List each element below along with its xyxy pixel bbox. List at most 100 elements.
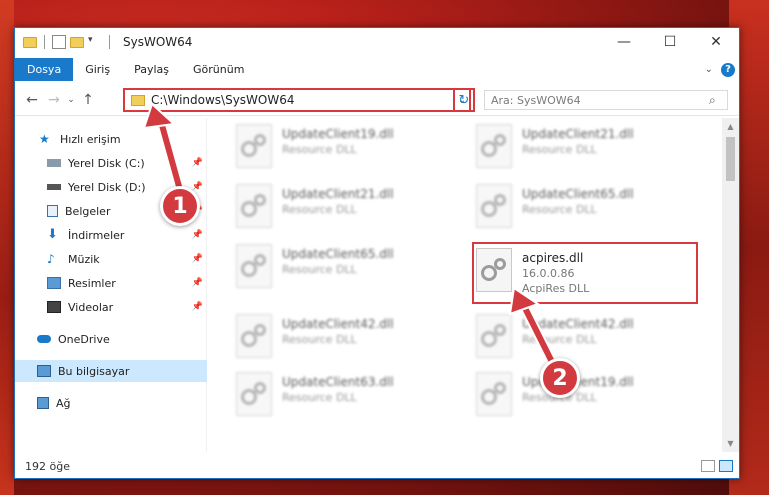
nav-item-downloads[interactable]: ⬇ İndirmeler 📌 (15, 224, 207, 246)
nav-item-label: Videolar (68, 300, 114, 314)
close-button[interactable]: ✕ (693, 28, 739, 56)
back-arrow-icon[interactable]: ← (21, 92, 43, 108)
dll-file-icon (476, 372, 512, 416)
acpires-highlight-box (472, 242, 698, 304)
list-item[interactable]: UpdateClient63.dll Resource DLL (236, 372, 456, 424)
list-item[interactable]: UpdateClient19.dllResource DLL (476, 372, 696, 424)
vertical-scrollbar[interactable]: ▲ ▼ (722, 118, 739, 452)
recent-locations-icon[interactable]: ⌄ (65, 95, 77, 105)
music-note-icon: ♪ (47, 252, 55, 266)
search-icon[interactable]: ⌕ (709, 93, 727, 108)
nav-item-label: Resimler (68, 276, 116, 290)
nav-item-onedrive[interactable]: OneDrive (15, 328, 207, 350)
nav-item-label: Ağ (56, 396, 71, 410)
file-name: UpdateClient42.dll (282, 317, 394, 331)
file-name: UpdateClient65.dll (282, 247, 394, 261)
list-item[interactable]: UpdateClient65.dll Resource DLL (236, 244, 456, 296)
file-name: UpdateClient65.dll (522, 187, 634, 201)
tab-share[interactable]: Paylaş (122, 58, 181, 81)
scroll-up-icon[interactable]: ▲ (722, 118, 739, 135)
title-bar: ▾ SysWOW64 — ☐ ✕ (15, 28, 739, 56)
list-item[interactable]: UpdateClient65.dll Resource DLL (476, 184, 696, 236)
star-icon: ★ (39, 132, 50, 146)
drive-icon (47, 184, 61, 190)
minimize-button[interactable]: — (601, 28, 647, 56)
search-placeholder[interactable]: Ara: SysWOW64 (491, 94, 709, 107)
nav-item-label: Hızlı erişim (60, 132, 121, 146)
search-input[interactable]: Ara: SysWOW64 ⌕ (484, 90, 728, 110)
nav-item-network[interactable]: Ağ (15, 392, 207, 414)
refresh-icon: ↻ (458, 92, 470, 108)
tab-file[interactable]: Dosya (15, 58, 74, 81)
nav-item-label: Müzik (68, 252, 100, 266)
nav-item-this-pc[interactable]: Bu bilgisayar (15, 360, 207, 382)
view-toggle (701, 460, 733, 472)
video-icon (47, 301, 61, 313)
nav-item-quick-access[interactable]: ★ Hızlı erişim (15, 128, 207, 150)
file-description: Resource DLL (282, 143, 357, 156)
list-item[interactable]: UpdateClient21.dll Resource DLL (476, 124, 696, 176)
up-arrow-icon[interactable]: ↑ (77, 92, 99, 108)
ribbon-tabs: Dosya Giriş Paylaş Görünüm ⌄ ? (15, 58, 739, 81)
status-bar: 192 öğe (15, 454, 739, 478)
document-icon (47, 205, 58, 217)
list-item[interactable]: UpdateClient21.dll Resource DLL (236, 184, 456, 236)
tiles-view-icon[interactable] (719, 460, 733, 472)
nav-item-label: Belgeler (65, 204, 111, 218)
toolbar-divider (44, 35, 45, 49)
details-view-icon[interactable] (701, 460, 715, 472)
nav-item-label: İndirmeler (68, 228, 125, 242)
dll-file-icon (236, 372, 272, 416)
network-icon (37, 397, 49, 409)
dll-file-icon (236, 314, 272, 358)
desktop-background-left (0, 0, 14, 495)
expand-ribbon-icon[interactable]: ⌄ (705, 64, 713, 75)
customize-toolbar-icon[interactable]: ▾ (88, 35, 102, 49)
tab-view[interactable]: Görünüm (181, 58, 256, 81)
file-description: Resource DLL (282, 391, 357, 404)
explorer-window: ▾ SysWOW64 — ☐ ✕ Dosya Giriş Paylaş Görü… (14, 27, 740, 479)
nav-item-local-disk-c[interactable]: Yerel Disk (C:) 📌 (15, 152, 207, 174)
file-name: UpdateClient21.dll (522, 127, 634, 141)
refresh-button[interactable]: ↻ (453, 88, 475, 112)
dll-file-icon (236, 184, 272, 228)
window-controls: — ☐ ✕ (601, 28, 739, 56)
address-path[interactable]: C:\Windows\SysWOW64 (151, 93, 455, 107)
address-bar[interactable]: C:\Windows\SysWOW64 ⌄ (123, 88, 471, 112)
pin-icon[interactable]: 📌 (192, 278, 203, 288)
list-item[interactable]: UpdateClient19.dllResource DLL (236, 124, 456, 176)
scroll-thumb[interactable] (726, 137, 735, 181)
new-folder-icon[interactable] (70, 36, 84, 48)
pin-icon[interactable]: 📌 (192, 302, 203, 312)
file-description: Resource DLL (282, 263, 357, 276)
maximize-button[interactable]: ☐ (647, 28, 693, 56)
address-row: ← → ⌄ ↑ C:\Windows\SysWOW64 ⌄ ↻ Ara: Sys… (15, 84, 739, 116)
dll-file-icon (476, 184, 512, 228)
nav-item-videos[interactable]: Videolar 📌 (15, 296, 207, 318)
file-description: Resource DLL (522, 203, 597, 216)
computer-icon (37, 365, 51, 377)
nav-item-label: Yerel Disk (C:) (68, 156, 145, 170)
pin-icon[interactable]: 📌 (192, 230, 203, 240)
forward-arrow-icon[interactable]: → (43, 92, 65, 108)
quick-access-toolbar: ▾ (23, 35, 113, 49)
list-item[interactable]: UpdateClient42.dll Resource DLL (476, 314, 696, 366)
scroll-down-icon[interactable]: ▼ (722, 435, 739, 452)
properties-icon[interactable] (52, 35, 66, 49)
file-description: Resource DLL (522, 143, 597, 156)
nav-item-music[interactable]: ♪ Müzik 📌 (15, 248, 207, 270)
tab-home[interactable]: Giriş (73, 58, 122, 81)
file-name: UpdateClient21.dll (282, 187, 394, 201)
list-item[interactable]: UpdateClient42.dll Resource DLL (236, 314, 456, 366)
folder-icon (23, 36, 37, 48)
file-description: Resource DLL (282, 333, 357, 346)
help-icon[interactable]: ? (721, 62, 735, 77)
file-name: UpdateClient63.dll (282, 375, 394, 389)
pin-icon[interactable]: 📌 (192, 158, 203, 168)
picture-icon (47, 277, 61, 289)
drive-icon (47, 159, 61, 167)
nav-item-pictures[interactable]: Resimler 📌 (15, 272, 207, 294)
download-arrow-icon: ⬇ (47, 227, 58, 242)
pin-icon[interactable]: 📌 (192, 254, 203, 264)
nav-item-label: Bu bilgisayar (58, 364, 130, 378)
